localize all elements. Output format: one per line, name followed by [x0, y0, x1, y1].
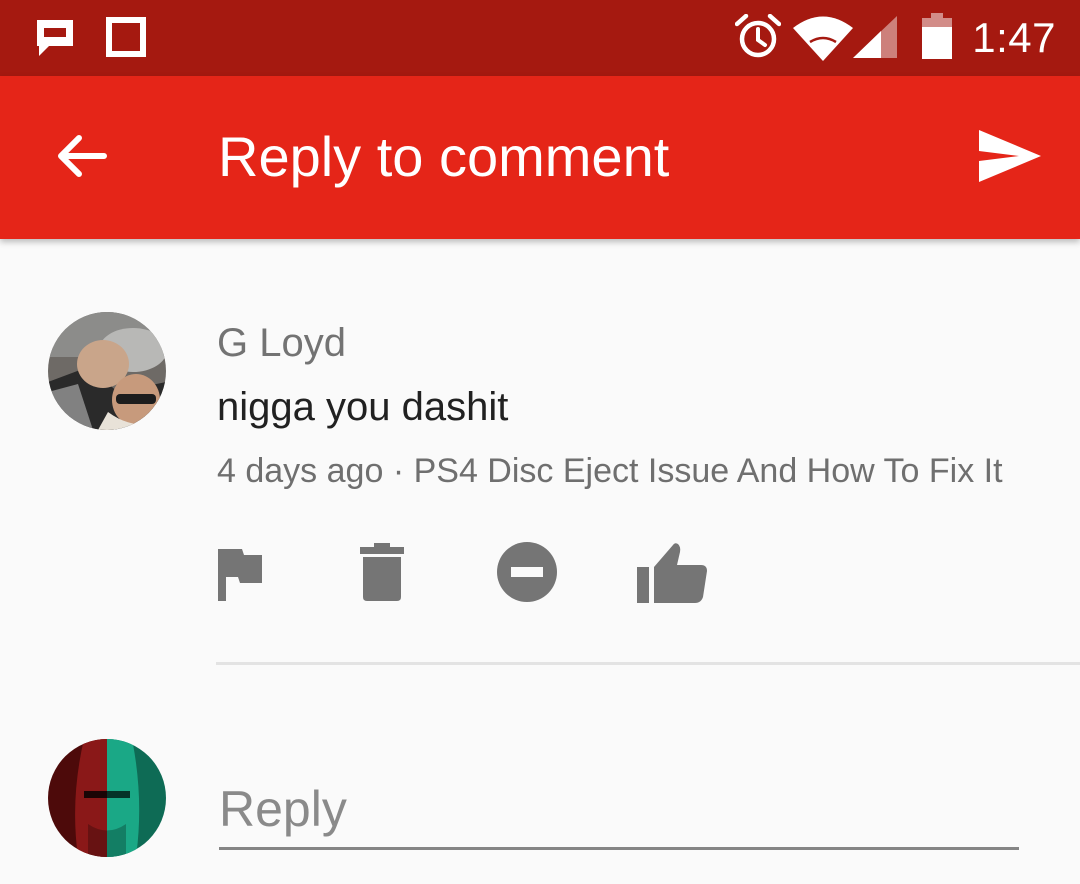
like-button[interactable]: [632, 532, 712, 612]
comment-author[interactable]: G Loyd: [217, 318, 346, 368]
comment-age: 4 days ago: [217, 452, 384, 490]
comment-text: nigga you dashit: [217, 385, 509, 429]
flag-icon: [218, 549, 262, 601]
app-bar: Reply to comment: [0, 76, 1080, 239]
thumbs-up-icon: [637, 543, 707, 603]
user-avatar: [48, 739, 166, 857]
commenter-avatar[interactable]: [48, 312, 166, 430]
status-bar: 1:47: [0, 0, 1080, 76]
delete-icon: [360, 543, 404, 601]
arrow-back-icon: [58, 135, 107, 177]
status-time: 1:47: [972, 14, 1056, 61]
alarm-icon: [735, 14, 781, 58]
commenter-photo: [48, 312, 166, 430]
square-notification-icon: [106, 17, 146, 57]
block-button[interactable]: [487, 532, 567, 612]
flag-button[interactable]: [200, 532, 280, 612]
meta-separator: ·: [392, 452, 405, 490]
back-button[interactable]: [46, 120, 118, 192]
divider: [216, 662, 1080, 665]
send-button[interactable]: [962, 116, 1058, 196]
message-notification-icon: [37, 20, 73, 56]
battery-icon: [922, 13, 952, 59]
reply-input[interactable]: [219, 770, 1019, 850]
block-icon: [497, 542, 557, 602]
delete-button[interactable]: [342, 532, 422, 612]
video-title-link[interactable]: PS4 Disc Eject Issue And How To Fix It: [414, 452, 1003, 490]
comment-meta: 4 days ago · PS4 Disc Eject Issue And Ho…: [217, 448, 1003, 494]
page-title: Reply to comment: [218, 125, 670, 188]
send-icon: [979, 130, 1041, 182]
wifi-icon: [793, 16, 853, 61]
cell-signal-icon: [853, 16, 897, 58]
user-photo: [48, 739, 166, 857]
